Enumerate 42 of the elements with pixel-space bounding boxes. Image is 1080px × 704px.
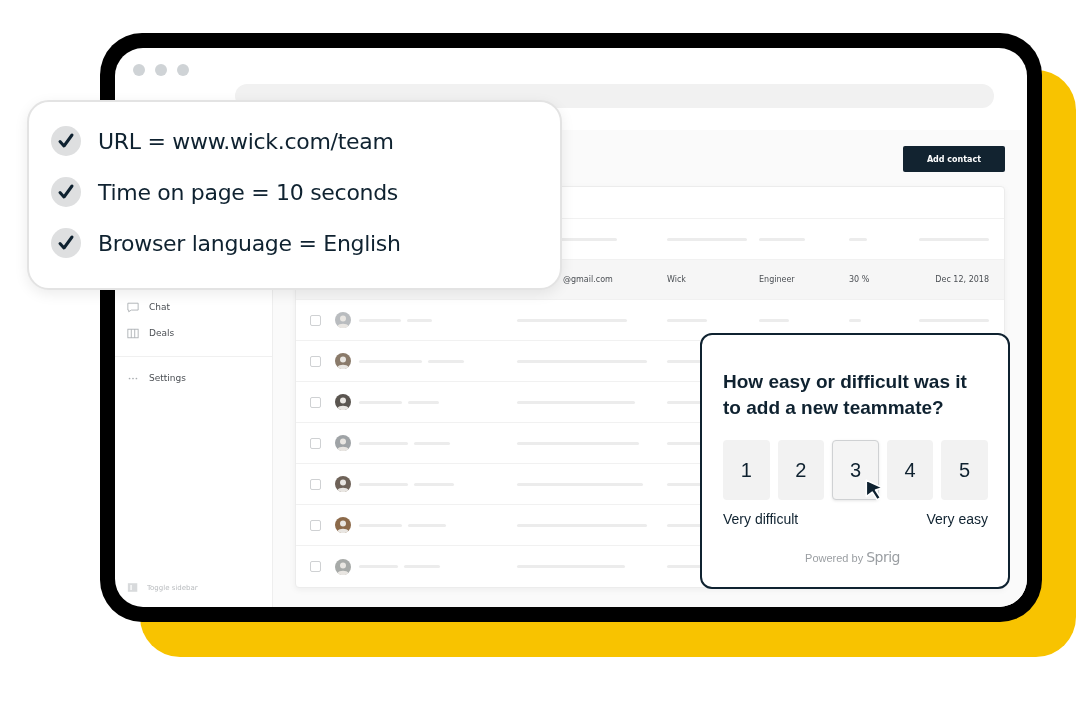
- add-contact-button[interactable]: Add contact: [903, 146, 1005, 172]
- chat-icon: [127, 301, 139, 313]
- sidebar-item[interactable]: Settings: [115, 365, 272, 391]
- row-checkbox[interactable]: [310, 437, 321, 449]
- avatar-icon: [335, 517, 351, 533]
- rating-option[interactable]: 3: [832, 440, 879, 500]
- avatar-icon: [335, 312, 351, 328]
- avatar-icon: [335, 353, 351, 369]
- avatar-icon: [335, 476, 351, 492]
- window-dot: [133, 64, 145, 76]
- condition-text: URL = www.wick.com/team: [98, 128, 394, 154]
- table-cell-text: Engineer: [759, 275, 796, 284]
- row-checkbox[interactable]: [310, 561, 321, 572]
- condition-text: Browser language = English: [98, 230, 401, 256]
- table-cell-text: Wick: [667, 275, 687, 284]
- sidebar-item[interactable]: Chat: [115, 294, 272, 320]
- rating-option[interactable]: 2: [777, 440, 825, 500]
- rating-option[interactable]: 5: [941, 440, 988, 500]
- brand-logo: Sprig: [866, 549, 900, 565]
- powered-by-text: Powered by: [805, 552, 864, 564]
- window-dot: [177, 64, 189, 76]
- table-cell-text: @gmail.com: [563, 275, 614, 284]
- avatar-icon: [335, 558, 351, 575]
- row-checkbox[interactable]: [310, 314, 321, 326]
- row-checkbox[interactable]: [310, 478, 321, 490]
- survey-question: How easy or difficult was it to add a new teammate?: [723, 370, 968, 420]
- sidebar-icon: [127, 582, 139, 593]
- avatar-icon: [335, 435, 351, 451]
- row-checkbox[interactable]: [310, 396, 321, 408]
- rating-option[interactable]: 4: [886, 440, 934, 500]
- row-checkbox[interactable]: [310, 519, 321, 531]
- scale-label: Very difficult: [723, 511, 799, 527]
- table-cell-text: 30 %: [849, 275, 871, 284]
- row-checkbox[interactable]: [310, 355, 321, 367]
- table-cell: Dec 12, 2018: [935, 275, 989, 284]
- sidebar-item[interactable]: Deals: [115, 320, 272, 346]
- avatar-icon: [335, 394, 351, 410]
- rating-option[interactable]: 1: [723, 440, 770, 500]
- scale-label: Very easy: [926, 511, 988, 527]
- columns-icon: [127, 327, 139, 339]
- window-dot: [155, 64, 167, 76]
- condition-text: Time on page = 10 seconds: [98, 179, 398, 205]
